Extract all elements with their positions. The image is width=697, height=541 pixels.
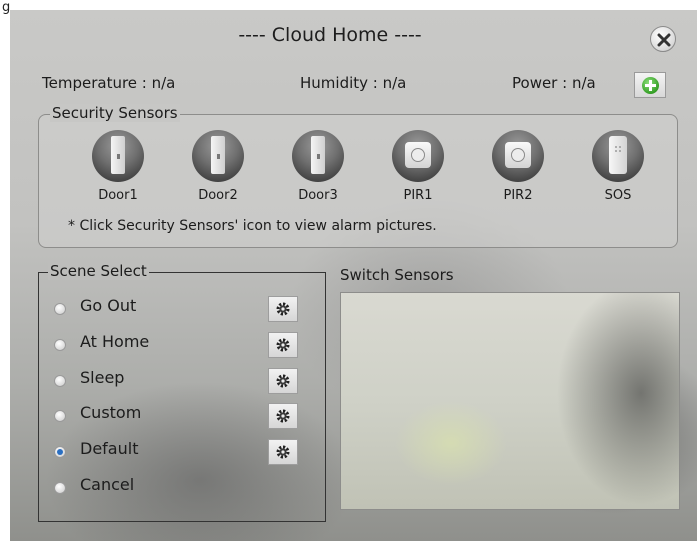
scene-label: At Home	[80, 332, 150, 351]
sensor-sos[interactable]: SOS	[580, 130, 656, 203]
scene-radio-sleep[interactable]	[54, 375, 66, 387]
sos-remote-icon[interactable]	[592, 130, 644, 182]
pir-sensor-icon[interactable]	[392, 130, 444, 182]
door-sensor-icon[interactable]	[92, 130, 144, 182]
scene-option-sleep[interactable]: Sleep	[54, 368, 304, 398]
sensor-label: PIR2	[503, 188, 533, 203]
scene-label: Sleep	[80, 368, 125, 387]
window-title: ---- Cloud Home ----	[238, 24, 422, 46]
sensor-pir2[interactable]: PIR2	[480, 130, 556, 203]
sensor-label: Door3	[298, 188, 338, 203]
close-button[interactable]	[650, 26, 676, 52]
scene-label: Custom	[80, 403, 142, 422]
sensor-label: SOS	[604, 188, 632, 203]
sensor-door3[interactable]: Door3	[280, 130, 356, 203]
door-sensor-icon[interactable]	[292, 130, 344, 182]
gear-icon	[276, 374, 290, 388]
close-icon	[657, 33, 671, 47]
sensor-pir1[interactable]: PIR1	[380, 130, 456, 203]
cloud-home-window: ---- Cloud Home ---- Temperature : n/a H…	[10, 10, 697, 541]
scene-option-custom[interactable]: Custom	[54, 403, 304, 433]
door-sensor-icon[interactable]	[192, 130, 244, 182]
gear-icon	[276, 338, 290, 352]
scene-radio-cancel[interactable]	[54, 482, 66, 494]
switch-sensors-panel	[340, 292, 680, 510]
security-hint-text: * Click Security Sensors' icon to view a…	[68, 218, 437, 234]
gear-icon	[276, 445, 290, 459]
plus-icon	[642, 77, 659, 94]
gear-icon	[276, 409, 290, 423]
scene-select-legend: Scene Select	[48, 262, 149, 280]
switch-sensors-title: Switch Sensors	[340, 266, 454, 284]
scene-label: Go Out	[80, 296, 137, 315]
power-readout: Power : n/a	[512, 74, 596, 92]
scene-label: Default	[80, 439, 139, 458]
settings-button-default[interactable]	[268, 439, 298, 465]
scene-radio-custom[interactable]	[54, 410, 66, 422]
settings-button-custom[interactable]	[268, 403, 298, 429]
temperature-readout: Temperature : n/a	[42, 74, 176, 92]
gear-icon	[276, 302, 290, 316]
scene-label: Cancel	[80, 475, 135, 494]
humidity-readout: Humidity : n/a	[300, 74, 407, 92]
settings-button-at-home[interactable]	[268, 332, 298, 358]
sensor-label: Door1	[98, 188, 138, 203]
sensor-label: Door2	[198, 188, 238, 203]
sensor-door2[interactable]: Door2	[180, 130, 256, 203]
add-device-button[interactable]	[634, 72, 666, 98]
security-sensors-legend: Security Sensors	[50, 104, 180, 122]
pir-sensor-icon[interactable]	[492, 130, 544, 182]
scene-option-cancel[interactable]: Cancel	[54, 475, 304, 505]
sensor-door1[interactable]: Door1	[80, 130, 156, 203]
scene-option-default[interactable]: Default	[54, 439, 304, 469]
sensor-label: PIR1	[403, 188, 433, 203]
settings-button-sleep[interactable]	[268, 368, 298, 394]
scene-option-go-out[interactable]: Go Out	[54, 296, 304, 326]
scene-radio-at-home[interactable]	[54, 339, 66, 351]
scene-radio-go-out[interactable]	[54, 303, 66, 315]
scene-option-at-home[interactable]: At Home	[54, 332, 304, 362]
scene-radio-default[interactable]	[54, 446, 66, 458]
settings-button-go-out[interactable]	[268, 296, 298, 322]
